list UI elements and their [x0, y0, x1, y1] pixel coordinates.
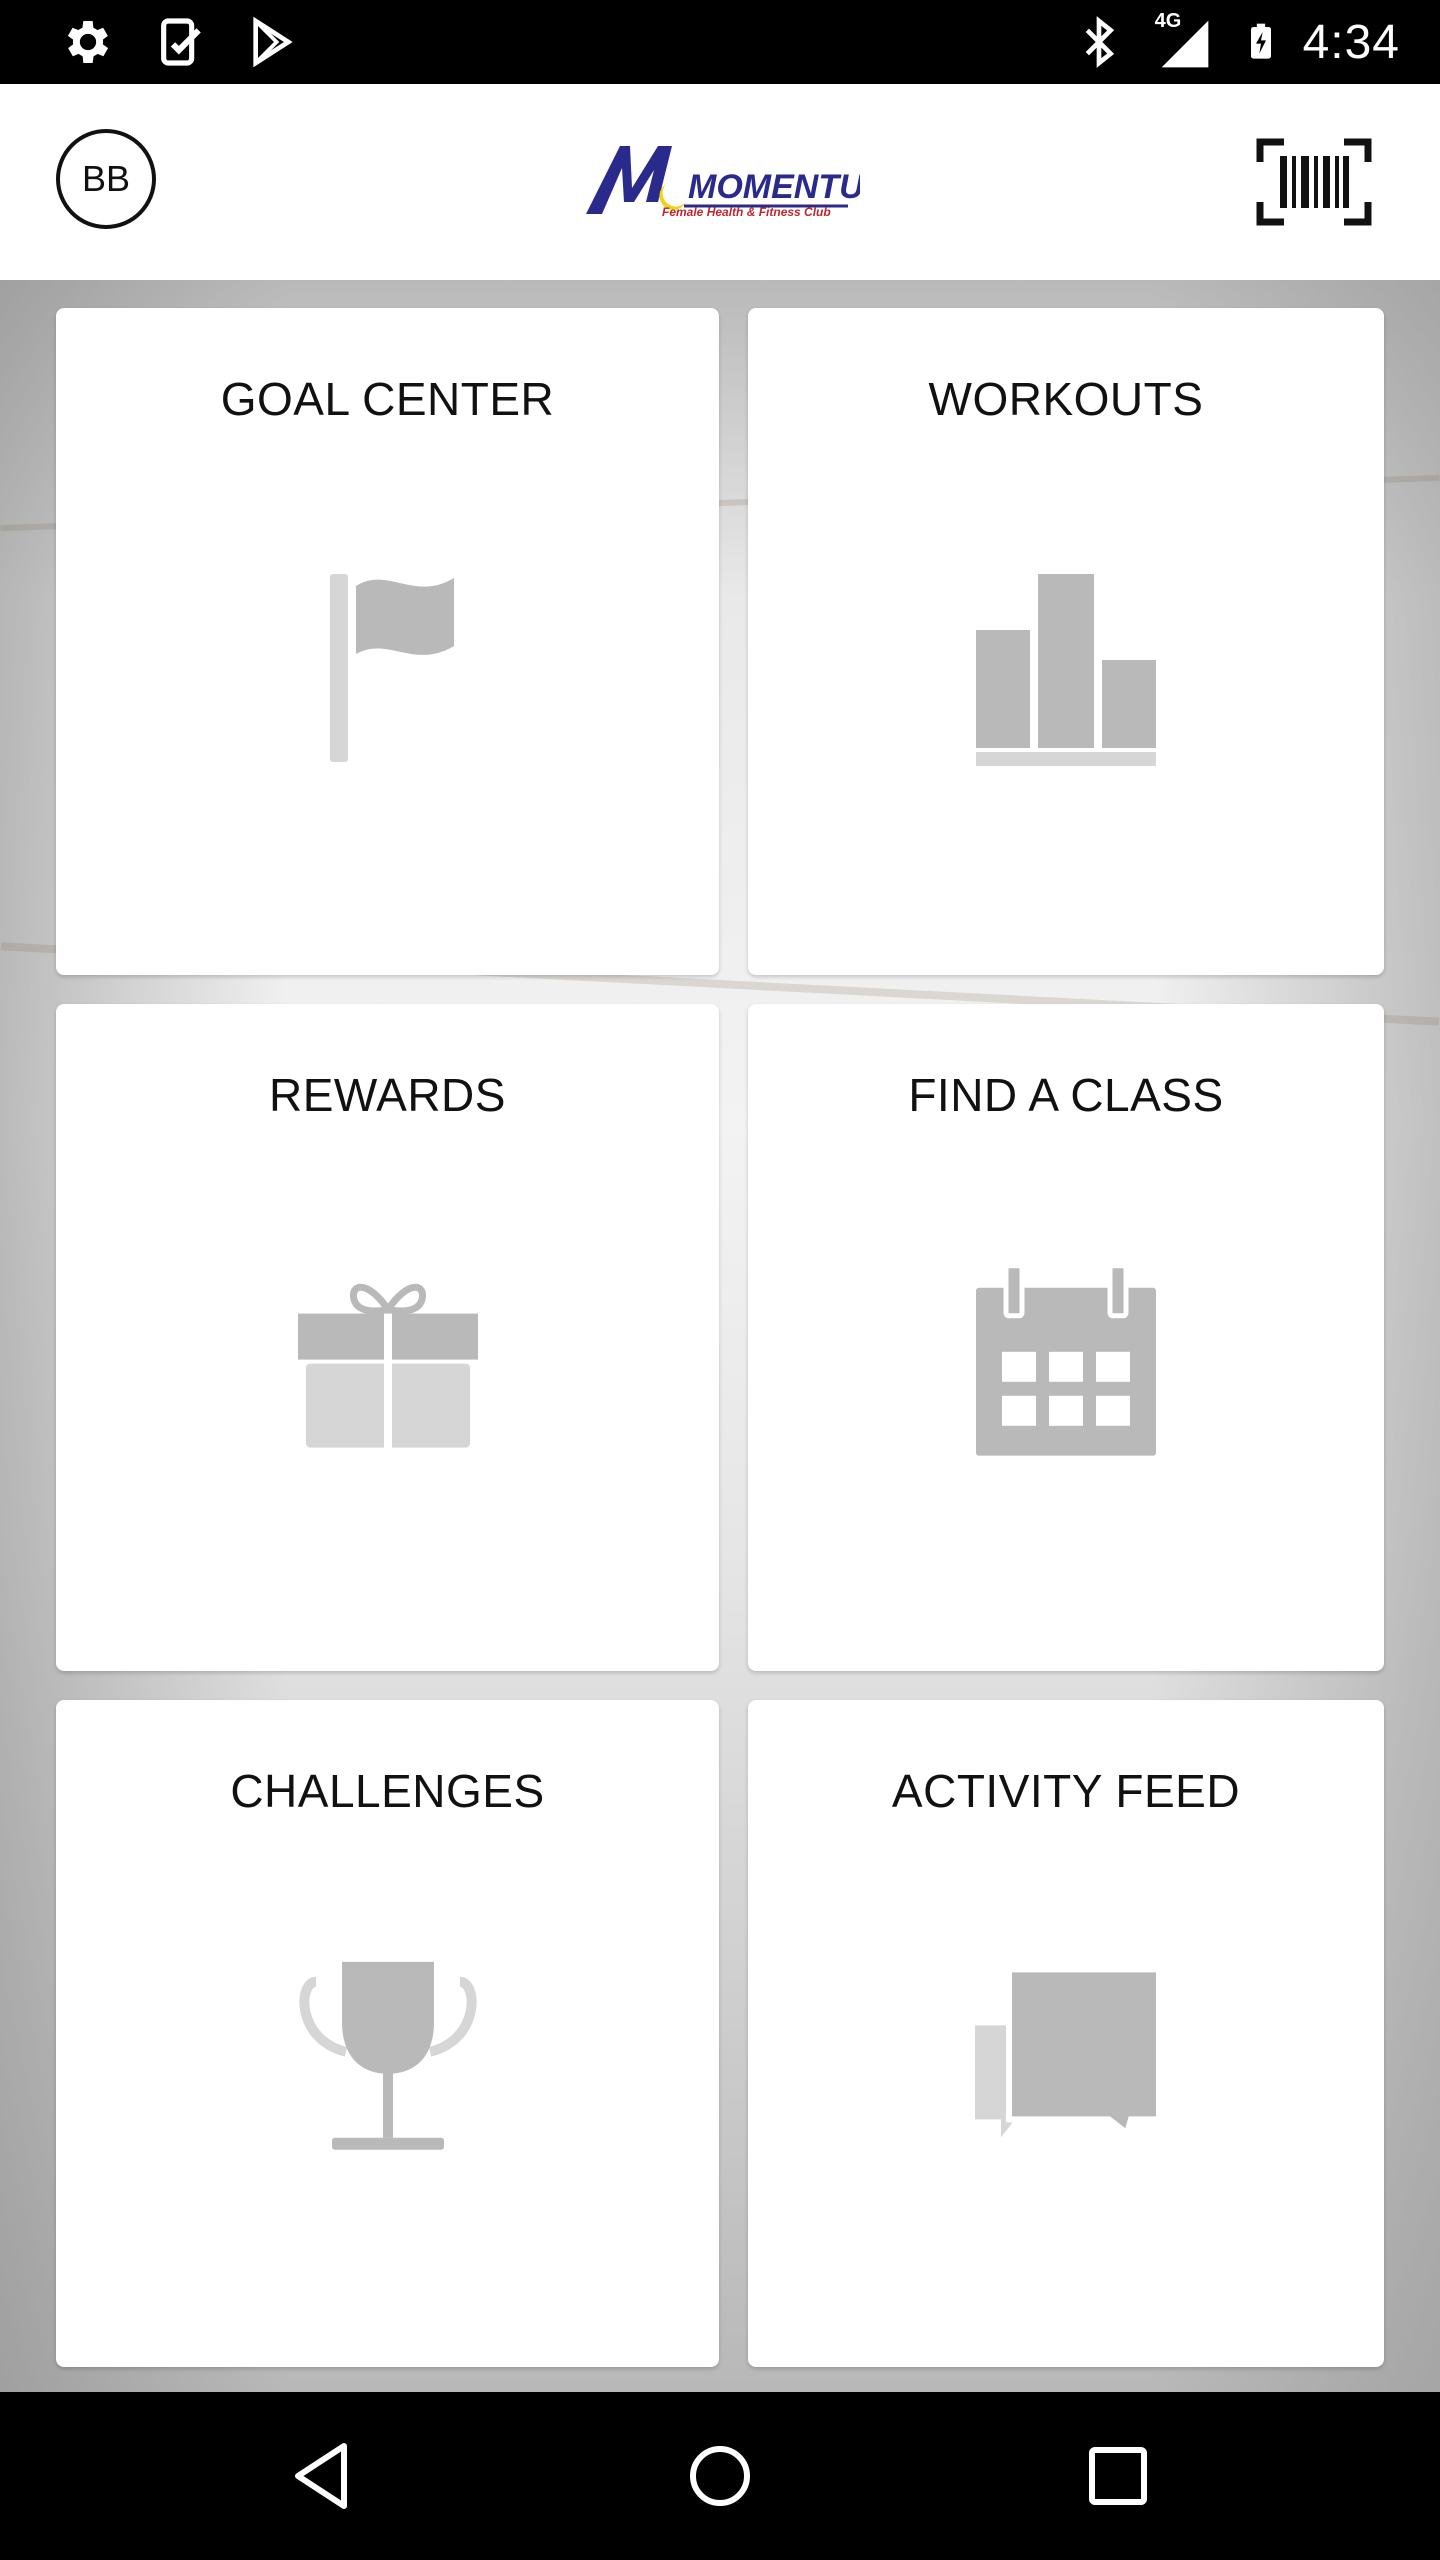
tile-challenges[interactable]: CHALLENGES	[56, 1700, 719, 2367]
status-right-icons: 4G 4:34	[1071, 10, 1400, 72]
tile-title: WORKOUTS	[928, 373, 1204, 425]
battery-charging-icon	[1250, 23, 1271, 59]
tile-goal-center[interactable]: GOAL CENTER	[56, 308, 719, 975]
back-icon[interactable]	[282, 2436, 362, 2516]
tile-title: FIND A CLASS	[908, 1069, 1224, 1121]
app-bar: BB MOMENTUM Female Health & Fitness Club	[0, 84, 1440, 280]
status-bar: 4G 4:34	[0, 0, 1440, 84]
logo-text: MOMENTUM	[688, 168, 860, 206]
trophy-icon	[298, 1961, 477, 2150]
tile-title: CHALLENGES	[230, 1765, 545, 1817]
logo-tagline: Female Health & Fitness Club	[662, 205, 831, 219]
bluetooth-icon	[1085, 16, 1114, 68]
task-check-icon	[161, 18, 201, 66]
tile-find-a-class[interactable]: FIND A CLASS	[748, 1004, 1384, 1671]
home-icon[interactable]	[680, 2436, 760, 2516]
tile-activity-feed[interactable]: ACTIVITY FEED	[748, 1700, 1384, 2367]
recents-icon[interactable]	[1078, 2436, 1158, 2516]
bar-chart-icon	[976, 573, 1156, 766]
tile-workouts[interactable]: WORKOUTS	[748, 308, 1384, 975]
play-store-icon	[253, 16, 293, 68]
avatar-initials: BB	[81, 158, 131, 199]
calendar-icon	[976, 1265, 1156, 1456]
system-nav-bar	[0, 2392, 1440, 2560]
tile-title: GOAL CENTER	[220, 373, 555, 425]
tile-title: REWARDS	[269, 1069, 506, 1121]
settings-icon	[67, 21, 109, 63]
chat-bubbles-icon	[975, 1968, 1161, 2138]
gift-icon	[297, 1283, 478, 1450]
signal-icon: 4G	[1149, 10, 1219, 72]
clock-time: 4:34	[1302, 15, 1400, 69]
dashboard-grid: GOAL CENTER WORKOUTS REWARDS FIND A CLAS…	[0, 280, 1440, 2392]
tile-title: ACTIVITY FEED	[891, 1765, 1241, 1817]
profile-avatar[interactable]: BB	[56, 129, 156, 229]
tile-rewards[interactable]: REWARDS	[56, 1004, 719, 1671]
flag-icon	[329, 573, 454, 762]
barcode-scan-icon[interactable]	[1256, 138, 1372, 226]
status-left-icons	[60, 12, 300, 72]
